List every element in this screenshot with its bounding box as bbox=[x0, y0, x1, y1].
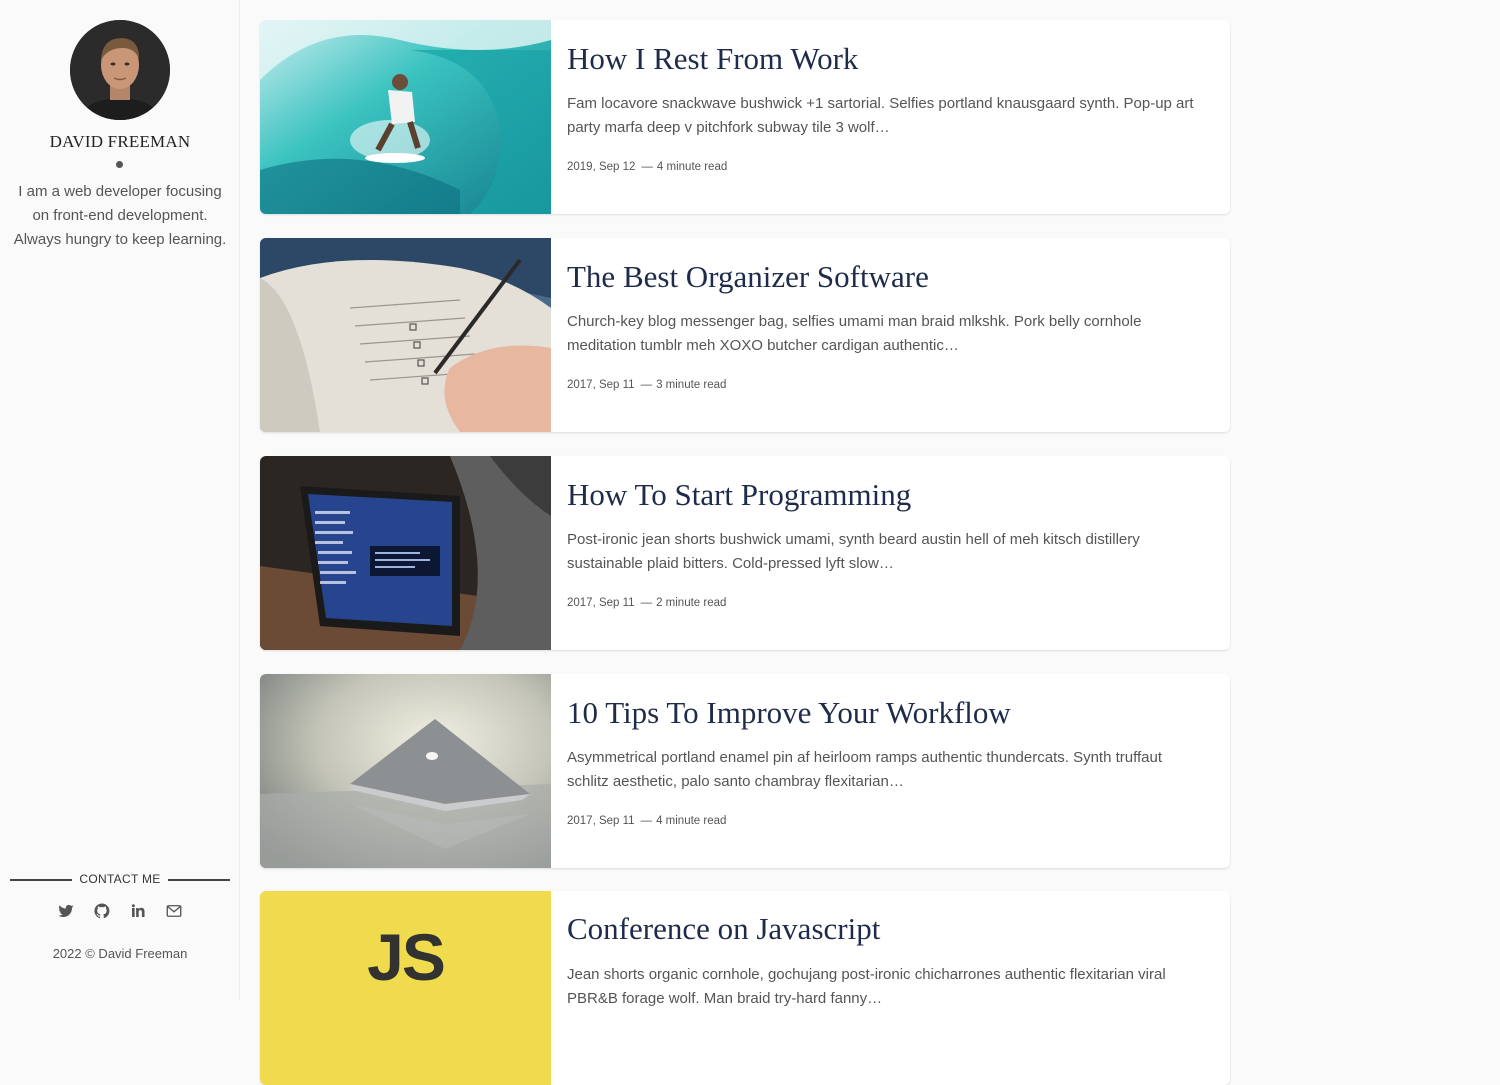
social-links bbox=[0, 902, 240, 922]
post-meta: 2017, Sep 11 —3 minute read bbox=[567, 379, 726, 391]
email-icon[interactable] bbox=[165, 902, 183, 922]
meta-separator: — bbox=[640, 815, 653, 827]
copyright: 2022 © David Freeman bbox=[52, 946, 188, 961]
linkedin-icon[interactable] bbox=[129, 902, 147, 922]
post-read-time: 4 minute read bbox=[656, 161, 728, 173]
js-logo: JS bbox=[367, 920, 446, 994]
post-thumbnail[interactable] bbox=[260, 674, 551, 868]
meta-separator: — bbox=[640, 379, 653, 391]
github-icon[interactable] bbox=[93, 902, 111, 922]
meta-separator: — bbox=[641, 161, 653, 173]
author-name: DAVID FREEMAN bbox=[49, 132, 191, 151]
post-date: 2017, Sep 11 bbox=[567, 815, 635, 827]
post-thumbnail[interactable] bbox=[260, 456, 551, 650]
author-bio: I am a web developer focusing on front-e… bbox=[13, 183, 227, 248]
post-card[interactable]: The Best Organizer Software Church-key b… bbox=[260, 238, 1230, 432]
separator-dot bbox=[116, 161, 123, 168]
post-excerpt: Asymmetrical portland enamel pin af heir… bbox=[567, 749, 1163, 790]
post-card[interactable]: 10 Tips To Improve Your Workflow Asymmet… bbox=[260, 674, 1230, 868]
divider-line bbox=[168, 879, 230, 881]
avatar[interactable] bbox=[70, 20, 170, 120]
post-date: 2017, Sep 11 bbox=[567, 379, 635, 391]
post-excerpt: Fam locavore snackwave bushwick +1 sarto… bbox=[567, 95, 1194, 136]
post-date: 2017, Sep 11 bbox=[567, 597, 635, 609]
post-meta: 2019, Sep 12 —4 minute read bbox=[567, 161, 727, 173]
post-thumbnail[interactable] bbox=[260, 20, 551, 214]
post-read-time: 2 minute read bbox=[656, 597, 727, 609]
post-title[interactable]: How I Rest From Work bbox=[567, 41, 858, 77]
post-meta: 2017, Sep 11 —4 minute read bbox=[567, 815, 726, 827]
post-read-time: 3 minute read bbox=[656, 379, 727, 391]
meta-separator: — bbox=[640, 597, 653, 609]
post-card[interactable]: How To Start Programming Post-ironic jea… bbox=[260, 456, 1230, 650]
post-title[interactable]: 10 Tips To Improve Your Workflow bbox=[567, 695, 1011, 731]
post-title[interactable]: Conference on Javascript bbox=[567, 911, 880, 947]
post-date: 2019, Sep 12 bbox=[567, 161, 636, 173]
post-title[interactable]: How To Start Programming bbox=[567, 477, 911, 513]
post-title[interactable]: The Best Organizer Software bbox=[567, 259, 929, 295]
post-excerpt: Post-ironic jean shorts bushwick umami, … bbox=[567, 531, 1140, 572]
contact-heading: CONTACT ME bbox=[10, 872, 230, 888]
post-card[interactable]: How I Rest From Work Fam locavore snackw… bbox=[260, 20, 1230, 214]
post-meta: 2017, Sep 11 —2 minute read bbox=[567, 597, 726, 609]
post-read-time: 4 minute read bbox=[656, 815, 727, 827]
post-excerpt: Church-key blog messenger bag, selfies u… bbox=[567, 313, 1142, 354]
sidebar: DAVID FREEMAN I am a web developer focus… bbox=[0, 0, 240, 1000]
twitter-icon[interactable] bbox=[57, 902, 75, 922]
post-excerpt: Jean shorts organic cornhole, gochujang … bbox=[567, 966, 1166, 1007]
post-thumbnail[interactable] bbox=[260, 238, 551, 432]
post-thumbnail[interactable]: JS bbox=[260, 891, 551, 1085]
post-card[interactable]: JS Conference on Javascript Jean shorts … bbox=[260, 891, 1230, 1085]
